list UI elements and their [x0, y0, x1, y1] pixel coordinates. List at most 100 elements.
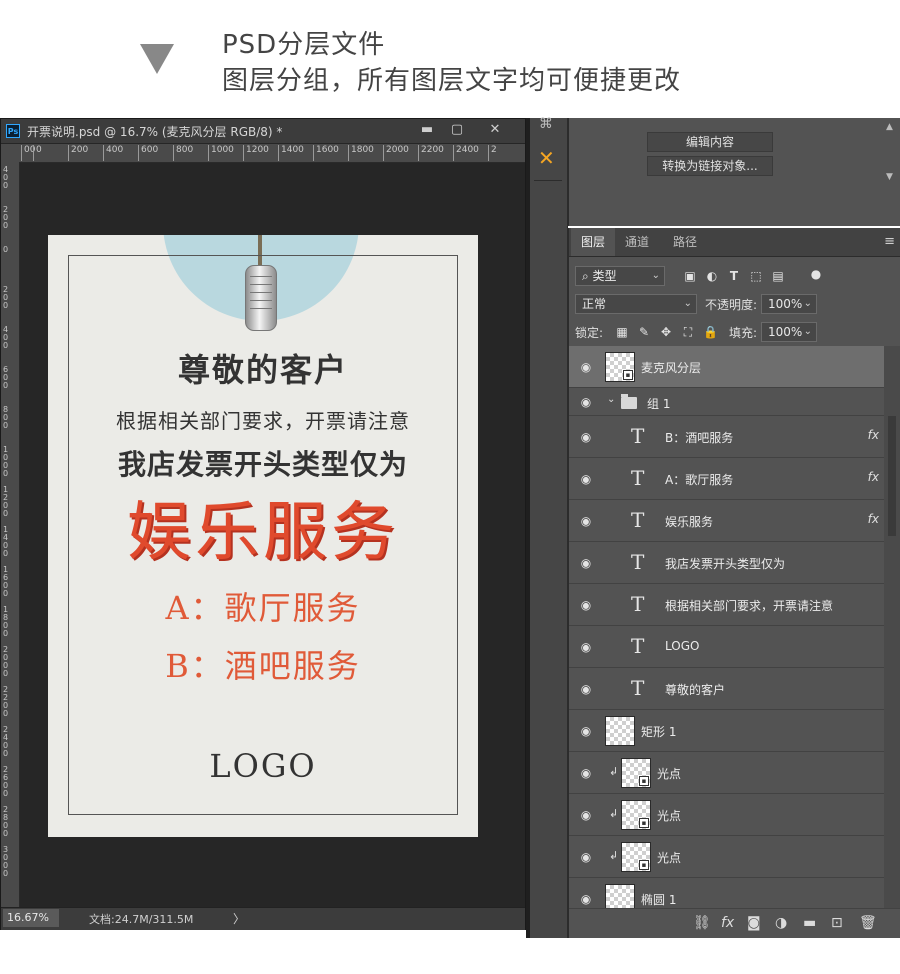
tab-channels[interactable]: 通道: [615, 228, 659, 256]
delete-layer-icon[interactable]: 🗑: [859, 915, 877, 931]
visibility-eye-icon[interactable]: ◉: [579, 640, 593, 654]
ruler-corner[interactable]: [1, 144, 19, 162]
fx-badge[interactable]: fx: [868, 470, 879, 484]
layer-row[interactable]: ◉ ⌄ 组 1: [569, 388, 885, 416]
properties-panel: 编辑内容 转换为链接对象... ▲ ▼: [568, 118, 900, 226]
document-title: 开票说明.psd @ 16.7% (麦克风分层 RGB/8) *: [27, 125, 283, 139]
panel-icon-strip: ⌘ ✕: [530, 116, 568, 938]
visibility-eye-icon[interactable]: ◉: [579, 850, 593, 864]
lock-all-icon[interactable]: 🔒: [703, 325, 718, 339]
brush-icon[interactable]: ⌘: [539, 116, 553, 132]
filter-toggle-icon[interactable]: ●: [809, 267, 823, 281]
convert-linked-button[interactable]: 转换为链接对象...: [647, 156, 773, 176]
close-button[interactable]: ✕: [485, 121, 505, 139]
smart-object-filter-icon[interactable]: ▤: [771, 269, 785, 283]
ruler-h-tick: 1800: [348, 145, 374, 161]
ruler-v-tick: 2200: [3, 685, 9, 718]
opacity-input[interactable]: 100% ⌄: [761, 294, 817, 314]
visibility-eye-icon[interactable]: ◉: [579, 766, 593, 780]
visibility-eye-icon[interactable]: ◉: [579, 808, 593, 822]
layer-name: 尊敬的客户: [665, 683, 726, 697]
ruler-v-tick: 3000: [3, 845, 9, 878]
adjustment-filter-icon[interactable]: ◐: [705, 269, 719, 283]
tab-paths[interactable]: 路径: [663, 228, 707, 256]
ruler-h-tick: 0: [33, 145, 42, 161]
artboard[interactable]: 尊敬的客户 根据相关部门要求，开票请注意 我店发票开头类型仅为 娱乐服务 A：歌…: [48, 235, 478, 837]
visibility-eye-icon[interactable]: ◉: [579, 892, 593, 906]
layer-row[interactable]: ◉ T 娱乐服务 fx: [569, 500, 885, 542]
adjustment-layer-icon[interactable]: ◑: [775, 915, 787, 931]
artboard-lock-icon[interactable]: ⛶: [681, 325, 695, 339]
layer-row[interactable]: ◉ ↲ ▪ 光点: [569, 794, 885, 836]
visibility-eye-icon[interactable]: ◉: [579, 724, 593, 738]
pixel-filter-icon[interactable]: ▣: [683, 269, 697, 283]
triangle-down-icon: [140, 44, 174, 74]
fx-badge[interactable]: fx: [868, 512, 879, 526]
layer-row[interactable]: ◉ T LOGO: [569, 626, 885, 668]
lock-transparent-icon[interactable]: ▦: [615, 325, 629, 339]
scrollbar-thumb[interactable]: [888, 416, 896, 536]
group-expand-icon[interactable]: ⌄: [607, 394, 615, 405]
fill-input[interactable]: 100% ⌄: [761, 322, 817, 342]
layer-row[interactable]: ◉ T 根据相关部门要求，开票请注意: [569, 584, 885, 626]
visibility-eye-icon[interactable]: ◉: [579, 598, 593, 612]
maximize-button[interactable]: ▢: [447, 121, 467, 139]
visibility-eye-icon[interactable]: ◉: [579, 472, 593, 486]
edit-contents-button[interactable]: 编辑内容: [647, 132, 773, 152]
horizontal-ruler[interactable]: 00 0 200 400 600 800 1000 1200 1400 1600 1800 2000 2…: [19, 144, 525, 163]
layer-name: A：歌厅服务: [665, 473, 734, 487]
visibility-eye-icon[interactable]: ◉: [579, 514, 593, 528]
text-notice: 根据相关部门要求，开票请注意: [116, 409, 410, 433]
layer-row[interactable]: ◉ ▪ 麦克风分层: [569, 346, 885, 388]
layer-scrollbar[interactable]: [884, 346, 900, 908]
caption: PSD分层文件 图层分组，所有图层文字均可便捷更改: [0, 0, 900, 118]
visibility-eye-icon[interactable]: ◉: [579, 556, 593, 570]
ruler-h-tick: 2000: [383, 145, 409, 161]
layer-row[interactable]: ◉ ↲ ▪ 光点: [569, 836, 885, 878]
lock-image-icon[interactable]: ✎: [637, 325, 651, 339]
layer-row[interactable]: ◉ 椭圆 1: [569, 878, 885, 908]
vertical-ruler[interactable]: 400 200 0 200 400 600 800 1000 1200 1400 1600 1800 2…: [1, 162, 20, 907]
layer-row[interactable]: ◉ 矩形 1: [569, 710, 885, 752]
status-menu-arrow-icon[interactable]: 〉: [233, 910, 245, 927]
visibility-eye-icon[interactable]: ◉: [579, 360, 593, 374]
fx-badge[interactable]: fx: [868, 428, 879, 442]
visibility-eye-icon[interactable]: ◉: [579, 682, 593, 696]
type-filter-icon[interactable]: T: [727, 269, 741, 283]
layer-row[interactable]: ◉ T A：歌厅服务 fx: [569, 458, 885, 500]
ruler-v-tick: 0: [3, 245, 9, 254]
lock-position-icon[interactable]: ✥: [659, 325, 673, 339]
visibility-eye-icon[interactable]: ◉: [579, 395, 593, 409]
text-layer-icon: T: [631, 424, 645, 448]
fill-value: 100%: [768, 325, 803, 339]
zoom-field[interactable]: 16.67%: [3, 909, 59, 927]
layer-row[interactable]: ◉ T 尊敬的客户: [569, 668, 885, 710]
tab-layers[interactable]: 图层: [571, 228, 616, 256]
shape-filter-icon[interactable]: ⬚: [749, 269, 763, 283]
text-layer-icon: T: [631, 508, 645, 532]
blend-mode-select[interactable]: 正常 ⌄: [575, 294, 697, 314]
layer-style-icon[interactable]: fx: [721, 915, 734, 931]
layer-row[interactable]: ◉ T 我店发票开头类型仅为: [569, 542, 885, 584]
ruler-h-tick: 1600: [313, 145, 339, 161]
minimize-button[interactable]: ▬: [417, 121, 437, 139]
visibility-eye-icon[interactable]: ◉: [579, 430, 593, 444]
layer-row[interactable]: ◉ ↲ ▪ 光点: [569, 752, 885, 794]
clipping-mask-icon: ↲: [609, 807, 619, 820]
link-layers-icon[interactable]: ⛓: [693, 915, 711, 931]
tools-crossed-icon[interactable]: ✕: [538, 146, 555, 170]
ruler-h-tick: 400: [103, 145, 123, 161]
add-mask-icon[interactable]: ◙: [747, 915, 761, 931]
filter-kind-select[interactable]: ⌕ 类型 ⌄: [575, 266, 665, 286]
new-layer-icon[interactable]: ⊡: [831, 915, 843, 931]
properties-scrollbar[interactable]: ▲ ▼: [886, 122, 896, 198]
document-tab[interactable]: Ps 开票说明.psd @ 16.7% (麦克风分层 RGB/8) * ▬ ▢ …: [1, 119, 525, 144]
canvas-area[interactable]: 尊敬的客户 根据相关部门要求，开票请注意 我店发票开头类型仅为 娱乐服务 A：歌…: [20, 163, 525, 907]
panel-menu-icon[interactable]: ≡: [884, 234, 895, 249]
layer-row[interactable]: ◉ T B：酒吧服务 fx: [569, 416, 885, 458]
text-layer-icon: T: [631, 592, 645, 616]
new-group-icon[interactable]: ▬: [803, 915, 816, 931]
caption-line1: PSD分层文件: [222, 30, 386, 60]
layer-name: 矩形 1: [641, 725, 677, 739]
layer-thumbnail: ▪: [621, 758, 651, 788]
